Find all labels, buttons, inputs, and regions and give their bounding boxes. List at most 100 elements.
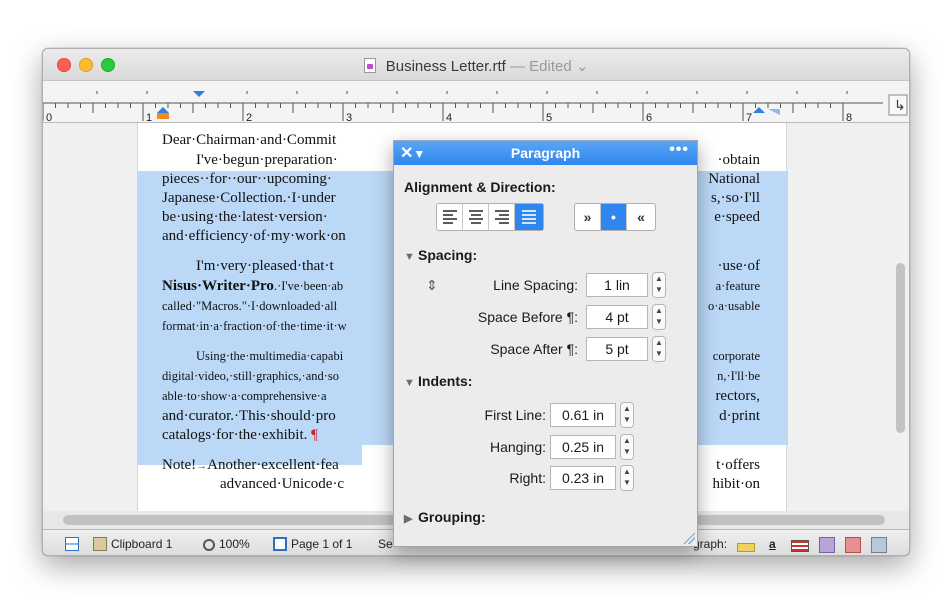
edited-status: Edited	[529, 58, 572, 75]
ruler-scale: 0 1 2 3 4 5 6 7 8 ↳	[43, 91, 908, 123]
text-line: format·in·a·fraction·of·the·time·it·w	[162, 319, 347, 333]
right-indent-stepper[interactable]: ▲ ▼	[620, 465, 634, 491]
text-line: called·"Macros."·I·downloaded·all	[162, 299, 338, 313]
text-line: advanced·Unicode·c	[220, 476, 345, 492]
first-line-stepper[interactable]: ▲ ▼	[620, 402, 634, 428]
text-line: be·using·the·latest·version·	[162, 209, 328, 225]
natural-direction-button[interactable]: •	[601, 204, 627, 230]
ruler-toggle[interactable]	[737, 538, 759, 552]
split-view-icon	[65, 537, 79, 551]
space-before-stepper[interactable]: ▲ ▼	[652, 304, 666, 330]
ruler-number: 7	[746, 112, 752, 123]
ruler-number: 4	[446, 112, 452, 123]
zoom-control[interactable]: 100%	[203, 537, 250, 551]
grid-icon	[845, 537, 861, 553]
align-center-icon	[469, 210, 483, 224]
first-line-label: First Line:	[484, 407, 546, 423]
text-line: catalogs·for·the·exhibit. ¶	[162, 427, 318, 443]
line-spacing-stepper[interactable]: ▲ ▼	[652, 272, 666, 298]
indents-section-header[interactable]: ▼ Indents:	[404, 373, 472, 389]
tab-arrow-icon: →	[196, 460, 208, 472]
hanging-stepper[interactable]: ▲ ▼	[620, 434, 634, 460]
right-margin-marker[interactable]	[768, 109, 780, 115]
left-indent-marker-box[interactable]	[157, 113, 169, 119]
view-button-1[interactable]	[819, 537, 839, 553]
page-indicator[interactable]: Page 1 of 1	[273, 537, 352, 551]
right-to-left-button[interactable]: «	[627, 204, 655, 230]
disclosure-triangle-icon: ▼	[404, 377, 415, 389]
space-after-stepper[interactable]: ▲ ▼	[652, 336, 666, 362]
left-indent-marker-top[interactable]	[157, 107, 169, 113]
alignment-control	[436, 203, 544, 231]
text-line: Nisus·Writer·Pro.·I've·been·ab	[162, 278, 344, 294]
chevron-down-icon: ⌄	[575, 58, 589, 75]
paragraph-style-indicator[interactable]: graph:	[693, 537, 727, 551]
text-line: corporate	[712, 349, 760, 363]
layout-icon	[819, 537, 835, 553]
ruler-number: 5	[546, 112, 552, 123]
text-line: s,·so·I'll	[711, 190, 760, 206]
ruler-number: 6	[646, 112, 652, 123]
text-line: digital·video,·still·graphics,·and·so	[162, 369, 340, 383]
more-options-icon[interactable]: •••	[669, 141, 689, 159]
text-line: hibit·on	[712, 476, 761, 492]
ruler-number: 0	[46, 112, 52, 123]
ruler-number: 3	[346, 112, 352, 123]
window-title[interactable]: Business Letter.rtf — Edited ⌄	[43, 57, 909, 75]
first-line-indent-marker[interactable]	[193, 91, 205, 97]
page-icon	[273, 537, 287, 551]
palette-title: Paragraph	[510, 145, 581, 161]
view-button-2[interactable]	[845, 537, 865, 553]
space-after-field[interactable]: 5 pt	[586, 337, 648, 361]
sidebar-icon	[871, 537, 887, 553]
hanging-field[interactable]: 0.25 in	[550, 435, 616, 459]
ruler-number: 8	[846, 112, 852, 123]
left-to-right-button[interactable]: »	[575, 204, 601, 230]
line-spacing-mode-icon[interactable]: ⇕	[426, 277, 438, 294]
split-view-button[interactable]	[65, 537, 83, 551]
vertical-scrollbar[interactable]	[896, 263, 905, 433]
language-button[interactable]	[791, 538, 813, 552]
right-indent-marker[interactable]	[753, 107, 765, 113]
text-line: ·obtain	[717, 152, 761, 168]
clipboard-selector[interactable]: Clipboard 1	[93, 537, 172, 551]
return-icon: ↳	[894, 97, 906, 113]
text-line: and·efficiency·of·my·work·on	[162, 228, 346, 244]
ruler-icon	[737, 543, 755, 552]
align-right-icon	[495, 210, 509, 224]
text-line: Using·the·multimedia·capabi	[196, 349, 344, 363]
align-left-icon	[443, 210, 457, 224]
text-line: n,·I'll·be	[717, 369, 760, 383]
align-center-button[interactable]	[463, 204, 489, 230]
direction-control: » • «	[574, 203, 656, 231]
ruler-number: 2	[246, 112, 252, 123]
align-left-button[interactable]	[437, 204, 463, 230]
space-before-field[interactable]: 4 pt	[586, 305, 648, 329]
text-line: d·print	[719, 408, 760, 424]
title-bar[interactable]: Business Letter.rtf — Edited ⌄	[43, 49, 909, 81]
text-line: ·use·of	[717, 258, 760, 274]
text-line: Note!→Another·excellent·fea	[162, 457, 339, 473]
text-line: rectors,	[715, 388, 760, 404]
grouping-section-header[interactable]: ▶ Grouping:	[404, 509, 486, 525]
first-line-field[interactable]: 0.61 in	[550, 403, 616, 427]
text-line: I've·begun·preparation·	[196, 152, 338, 168]
text-line: e·speed	[714, 209, 760, 225]
rtf-document-icon	[363, 58, 376, 73]
right-indent-field[interactable]: 0.23 in	[550, 466, 616, 490]
text-line: I'm·very·pleased·that·t	[196, 258, 334, 274]
resize-grip-icon[interactable]	[683, 532, 695, 544]
align-right-button[interactable]	[489, 204, 515, 230]
align-justify-button[interactable]	[515, 204, 543, 230]
text-line: o·a·usable	[707, 299, 760, 313]
palette-title-bar[interactable]: ✕▼ Paragraph •••	[394, 141, 697, 165]
product-name-bold: Nisus·Writer·Pro	[162, 278, 274, 294]
disclosure-triangle-icon: ▼	[404, 251, 415, 263]
view-button-3[interactable]	[871, 537, 891, 553]
section-indicator[interactable]: Se	[378, 537, 393, 551]
spacing-section-header[interactable]: ▼ Spacing:	[404, 247, 477, 263]
underline-style-button[interactable]: a	[769, 537, 776, 551]
ruler[interactable]: 0 1 2 3 4 5 6 7 8 ↳	[43, 81, 909, 123]
line-spacing-field[interactable]: 1 lin	[586, 273, 648, 297]
magnifier-icon	[203, 539, 215, 551]
